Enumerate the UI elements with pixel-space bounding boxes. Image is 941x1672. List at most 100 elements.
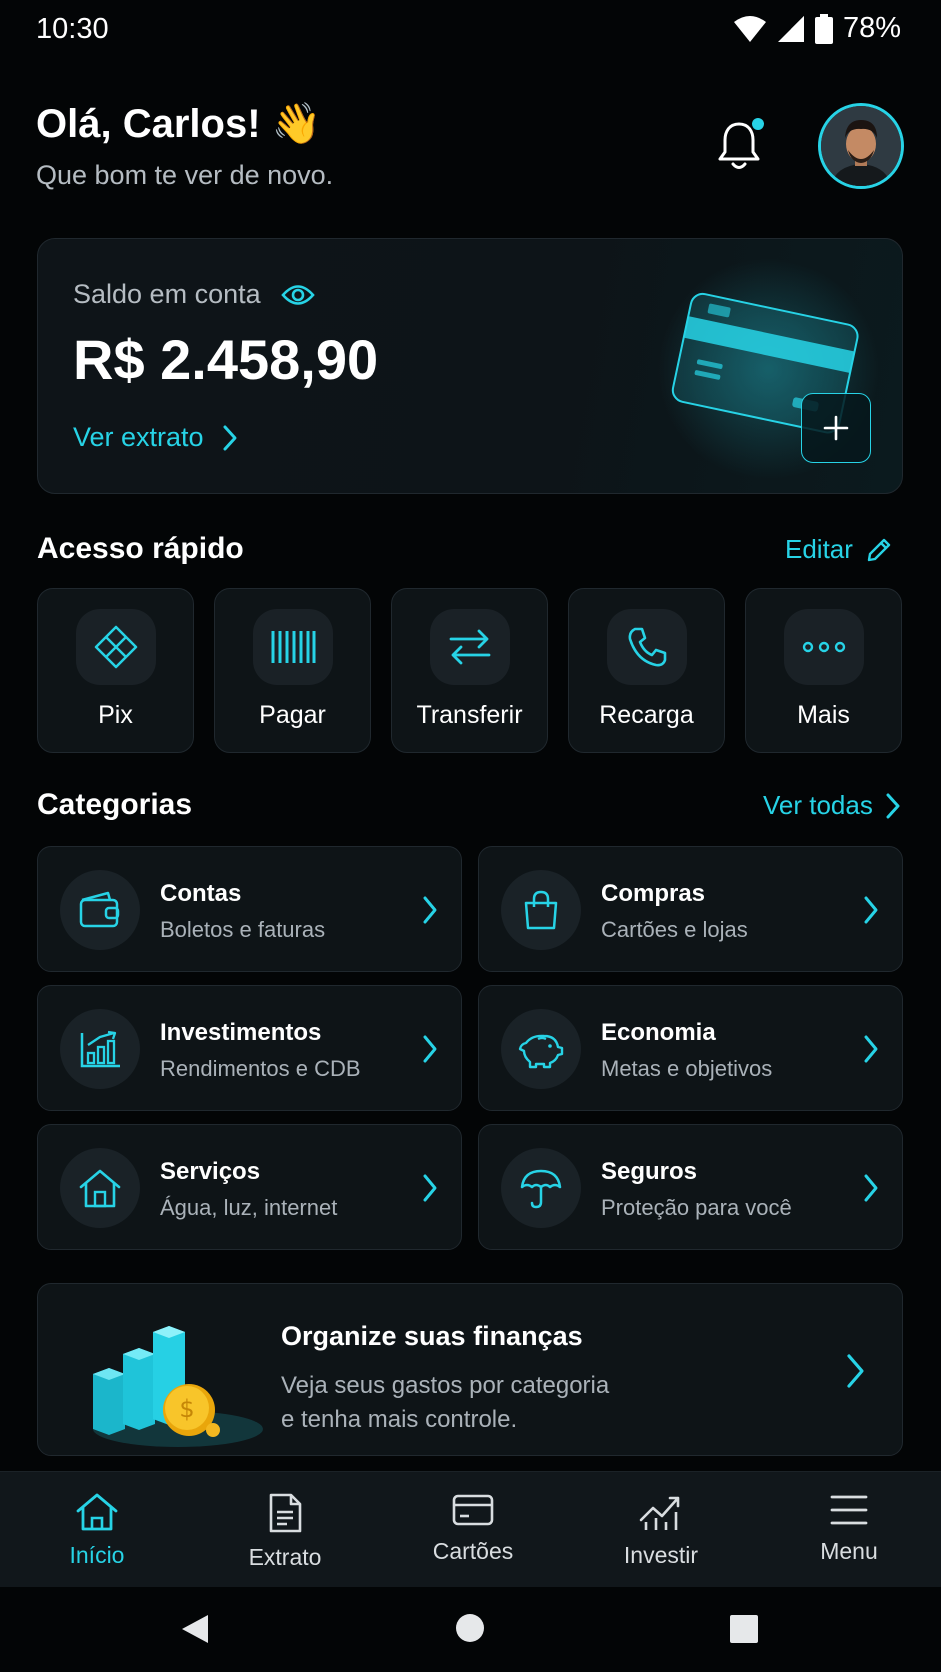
chevron-right-icon <box>847 1354 864 1388</box>
categories-title: Categorias <box>37 788 193 821</box>
nav-label: Início <box>69 1542 125 1568</box>
greeting-subtitle: Que bom te ver de novo. <box>36 160 334 190</box>
category-icon-wrap <box>60 1148 140 1228</box>
nav-investir[interactable]: Investir <box>591 1492 731 1569</box>
category-icon-wrap <box>501 870 581 950</box>
pix-icon <box>94 625 138 669</box>
balance-card: Saldo em conta R$ 2.458,90 Ver extrato <box>37 238 903 494</box>
category-icon-wrap <box>501 1148 581 1228</box>
barcode-icon <box>271 631 316 663</box>
pencil-icon <box>867 538 891 561</box>
category-subtitle: Boletos e faturas <box>160 917 326 942</box>
system-nav-bar <box>0 1587 941 1672</box>
battery-icon <box>814 13 833 44</box>
chart-bars-icon <box>80 1030 120 1068</box>
nav-menu[interactable]: Menu <box>779 1492 919 1565</box>
quick-pix[interactable]: Pix <box>37 588 194 753</box>
promo-line-1: Veja seus gastos por categoria <box>281 1372 610 1399</box>
category-contas[interactable]: Contas Boletos e faturas <box>37 846 462 972</box>
eye-icon[interactable] <box>280 284 315 306</box>
see-all-label: Ver todas <box>763 790 873 820</box>
edit-quick-access-button[interactable]: Editar <box>785 534 893 565</box>
category-compras[interactable]: Compras Cartões e lojas <box>478 846 903 972</box>
quick-recharge[interactable]: Recarga <box>568 588 725 753</box>
promo-title: Organize suas finanças <box>281 1321 583 1351</box>
quick-transfer-icon-wrap <box>430 609 510 685</box>
chevron-right-icon <box>864 1035 878 1063</box>
nav-label: Extrato <box>248 1544 322 1570</box>
quick-transfer[interactable]: Transferir <box>391 588 548 753</box>
category-icon-wrap <box>60 870 140 950</box>
home-icon <box>76 1493 118 1531</box>
category-subtitle: Rendimentos e CDB <box>160 1056 361 1081</box>
view-statement-label: Ver extrato <box>73 422 204 452</box>
category-servicos[interactable]: Serviços Água, luz, internet <box>37 1124 462 1250</box>
view-statement-link[interactable]: Ver extrato <box>73 422 238 453</box>
category-economia[interactable]: Economia Metas e objetivos <box>478 985 903 1111</box>
back-icon[interactable] <box>180 1613 210 1645</box>
battery-percent: 78% <box>842 12 901 44</box>
quick-pix-label: Pix <box>98 701 133 729</box>
category-title: Economia <box>601 1019 716 1046</box>
signal-icon <box>777 15 804 42</box>
chevron-right-icon <box>864 1174 878 1202</box>
category-title: Compras <box>601 880 706 907</box>
notification-dot <box>752 118 764 130</box>
growth-chart-icon <box>639 1496 680 1530</box>
nav-inicio[interactable]: Início <box>27 1492 167 1569</box>
quick-more-label: Mais <box>797 701 850 729</box>
quick-recharge-icon-wrap <box>607 609 687 685</box>
category-title: Seguros <box>601 1158 698 1185</box>
category-subtitle: Cartões e lojas <box>601 917 748 942</box>
house-icon <box>79 1169 121 1208</box>
bottom-nav: Início Extrato Cartões Investir Menu <box>0 1471 941 1587</box>
avatar[interactable] <box>818 103 904 189</box>
piggy-bank-icon <box>518 1034 564 1069</box>
category-title: Contas <box>160 880 242 907</box>
chevron-right-icon <box>423 1174 437 1202</box>
quick-transfer-label: Transferir <box>416 701 523 729</box>
category-seguros[interactable]: Seguros Proteção para você <box>478 1124 903 1250</box>
hamburger-icon <box>830 1495 868 1525</box>
nav-label: Investir <box>623 1542 699 1568</box>
quick-recharge-label: Recarga <box>599 701 694 729</box>
nav-label: Menu <box>820 1538 878 1564</box>
chevron-right-icon <box>886 793 900 818</box>
chevron-right-icon <box>223 425 237 450</box>
status-icons: 78% <box>733 12 901 45</box>
quick-more-icon-wrap <box>784 609 864 685</box>
add-card-button[interactable] <box>801 393 871 463</box>
recents-icon[interactable] <box>729 1614 759 1644</box>
quick-pay[interactable]: Pagar <box>214 588 371 753</box>
category-investimentos[interactable]: Investimentos Rendimentos e CDB <box>37 985 462 1111</box>
avatar-image <box>821 106 901 186</box>
umbrella-icon <box>520 1169 562 1209</box>
nav-label: Cartões <box>432 1538 514 1564</box>
quick-pay-icon-wrap <box>253 609 333 685</box>
see-all-categories-link[interactable]: Ver todas <box>763 790 901 821</box>
more-icon <box>802 641 846 653</box>
phone-icon <box>628 627 667 667</box>
promo-line-2: e tenha mais controle. <box>281 1406 518 1433</box>
finance-chart-illustration: $ <box>93 1326 263 1447</box>
bell-icon <box>718 118 764 169</box>
promo-banner[interactable]: $ Organize suas finanças Veja seus gasto… <box>37 1283 903 1456</box>
document-icon <box>269 1493 302 1533</box>
nav-extrato[interactable]: Extrato <box>215 1492 355 1571</box>
chevron-right-icon <box>423 896 437 924</box>
category-subtitle: Proteção para você <box>601 1195 792 1220</box>
greeting-title: Olá, Carlos! 👋 <box>36 102 322 146</box>
category-icon-wrap <box>501 1009 581 1089</box>
notifications-button[interactable] <box>715 118 765 174</box>
category-icon-wrap <box>60 1009 140 1089</box>
transfer-icon <box>449 629 491 665</box>
category-subtitle: Metas e objetivos <box>601 1056 773 1081</box>
wifi-icon <box>733 15 766 42</box>
home-button-icon[interactable] <box>455 1613 485 1643</box>
nav-cartoes[interactable]: Cartões <box>403 1492 543 1565</box>
category-title: Serviços <box>160 1158 261 1185</box>
balance-label: Saldo em conta <box>73 279 261 309</box>
quick-more[interactable]: Mais <box>745 588 902 753</box>
quick-pay-label: Pagar <box>259 701 326 729</box>
svg-text:$: $ <box>179 1395 194 1423</box>
